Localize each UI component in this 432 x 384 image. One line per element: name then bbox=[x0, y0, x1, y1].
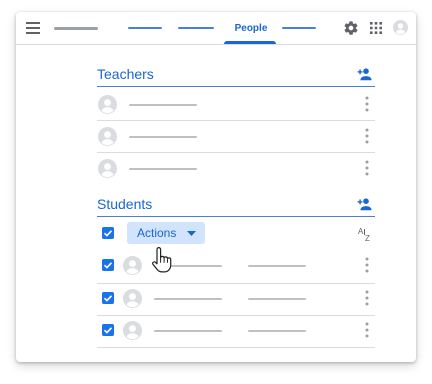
top-bar: People bbox=[16, 12, 416, 45]
row-divider bbox=[97, 347, 375, 348]
active-tab-indicator bbox=[224, 41, 276, 44]
teacher-row[interactable] bbox=[97, 153, 375, 183]
tab-people[interactable]: People bbox=[226, 12, 276, 44]
add-teacher-icon[interactable] bbox=[357, 67, 375, 81]
row-checkbox[interactable] bbox=[102, 324, 114, 336]
avatar-icon bbox=[123, 256, 142, 275]
menu-icon[interactable] bbox=[26, 22, 40, 34]
svg-text:Z: Z bbox=[365, 234, 370, 242]
dropdown-arrow-icon bbox=[187, 231, 196, 236]
avatar-icon bbox=[98, 127, 117, 146]
email-placeholder bbox=[248, 265, 306, 267]
avatar-icon bbox=[98, 95, 117, 114]
svg-text:A: A bbox=[358, 227, 364, 236]
name-placeholder bbox=[129, 168, 197, 170]
name-placeholder bbox=[154, 298, 222, 300]
tab-classwork[interactable] bbox=[178, 27, 214, 29]
student-row[interactable] bbox=[97, 284, 375, 314]
hand-cursor-icon bbox=[152, 247, 172, 273]
student-row[interactable] bbox=[97, 250, 375, 280]
more-vert-icon[interactable] bbox=[365, 257, 369, 273]
classroom-window: People Teachers Students Actions A Z bbox=[16, 12, 416, 362]
teacher-row[interactable] bbox=[97, 89, 375, 119]
name-placeholder bbox=[129, 104, 197, 106]
row-checkbox[interactable] bbox=[102, 292, 114, 304]
teachers-divider bbox=[97, 86, 375, 87]
name-placeholder bbox=[129, 136, 197, 138]
more-vert-icon[interactable] bbox=[365, 322, 369, 338]
gear-icon[interactable] bbox=[343, 20, 359, 36]
teachers-heading: Teachers bbox=[97, 66, 154, 82]
email-placeholder bbox=[248, 330, 306, 332]
tab-grades[interactable] bbox=[282, 27, 316, 29]
avatar-icon bbox=[123, 321, 142, 340]
more-vert-icon[interactable] bbox=[365, 128, 369, 144]
tab-stream[interactable] bbox=[128, 27, 162, 29]
select-all-checkbox[interactable] bbox=[102, 227, 114, 239]
avatar-icon bbox=[98, 159, 117, 178]
apps-icon[interactable] bbox=[370, 22, 382, 34]
name-placeholder bbox=[154, 330, 222, 332]
student-row[interactable] bbox=[97, 316, 375, 346]
class-title-placeholder bbox=[54, 27, 98, 30]
more-vert-icon[interactable] bbox=[365, 160, 369, 176]
sort-az-icon[interactable]: A Z bbox=[358, 226, 374, 242]
row-checkbox[interactable] bbox=[102, 259, 114, 271]
more-vert-icon[interactable] bbox=[365, 96, 369, 112]
add-student-icon[interactable] bbox=[357, 197, 375, 211]
email-placeholder bbox=[248, 298, 306, 300]
actions-button[interactable]: Actions bbox=[127, 222, 205, 244]
more-vert-icon[interactable] bbox=[365, 290, 369, 306]
account-icon[interactable] bbox=[393, 20, 408, 35]
students-divider bbox=[97, 216, 375, 217]
teacher-row[interactable] bbox=[97, 121, 375, 151]
actions-label: Actions bbox=[137, 226, 177, 240]
avatar-icon bbox=[123, 289, 142, 308]
students-heading: Students bbox=[97, 196, 153, 212]
